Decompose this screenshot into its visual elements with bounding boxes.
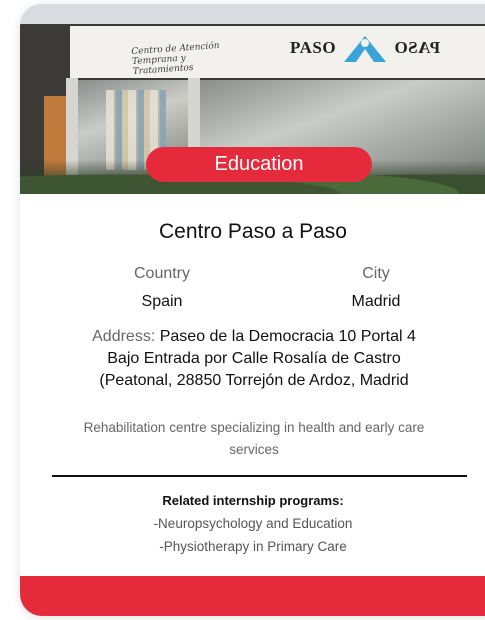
- card-footer-bar[interactable]: [20, 576, 485, 616]
- center-photo: Centro de Atención Temprana y Tratamient…: [20, 4, 485, 194]
- country-label: Country: [133, 265, 191, 282]
- address-block: Address: Paseo de la Democracia 10 Porta…: [76, 326, 432, 392]
- paso-a-paso-logo-icon: [344, 36, 387, 62]
- photo-sign-text: Centro de Atención Temprana y Tratamient…: [131, 41, 220, 78]
- section-divider: [52, 475, 467, 477]
- photo-ceiling: [20, 4, 485, 26]
- center-card[interactable]: Centro de Atención Temprana y Tratamient…: [20, 4, 485, 616]
- program-item[interactable]: -Neuropsychology and Education: [20, 516, 485, 531]
- related-programs-title: Related internship programs:: [162, 493, 344, 508]
- center-description: Rehabilitation centre specializing in he…: [83, 420, 425, 457]
- city-label: City: [362, 265, 390, 282]
- paso-logo: PASO PASO: [290, 32, 440, 64]
- city-value: Madrid: [351, 293, 401, 310]
- address-label: Address:: [92, 328, 156, 345]
- country-value: Spain: [141, 293, 183, 310]
- category-badge: Education: [146, 147, 372, 182]
- program-item[interactable]: -Physiotherapy in Primary Care: [20, 539, 485, 554]
- logo-word-left: PASO: [290, 38, 337, 57]
- logo-word-right: PASO: [394, 38, 441, 57]
- center-title: Centro Paso a Paso: [159, 220, 347, 243]
